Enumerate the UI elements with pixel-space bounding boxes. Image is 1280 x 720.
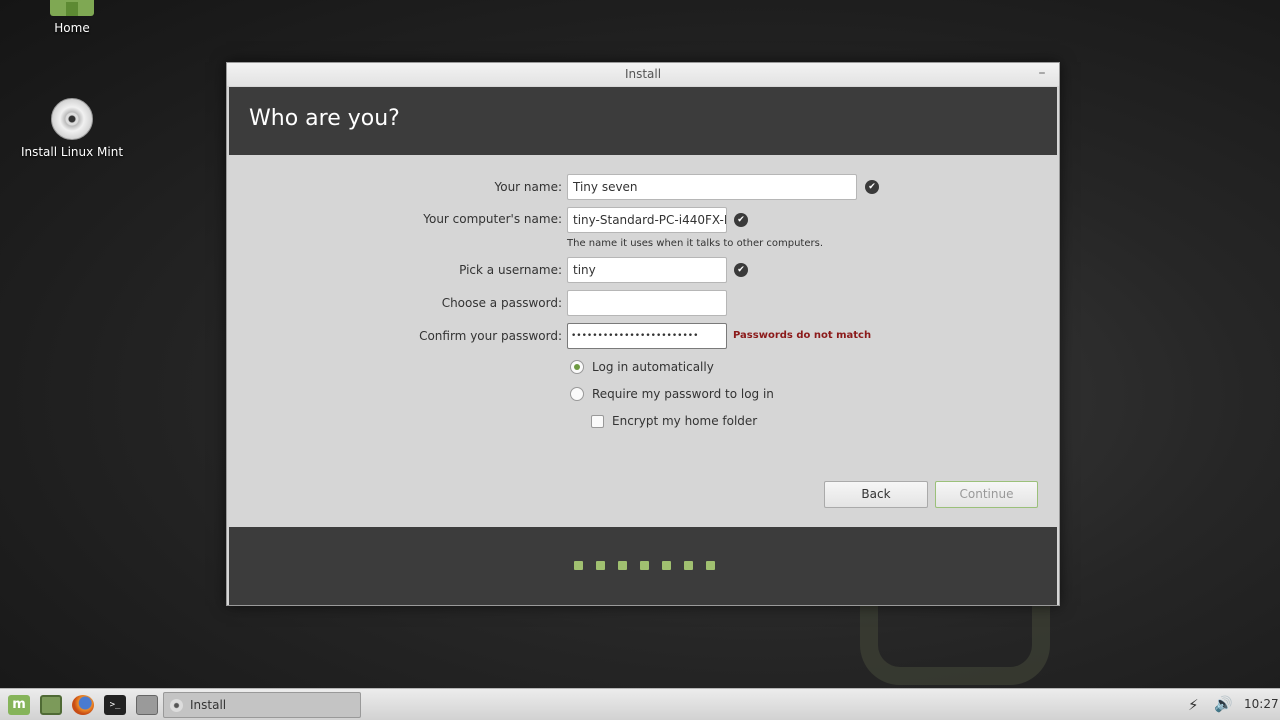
computer-name-label: Your computer's name: [423, 212, 562, 226]
mint-menu-icon[interactable]: m [8, 695, 30, 715]
disc-icon [51, 98, 93, 140]
name-field[interactable]: Tiny seven [567, 174, 857, 200]
require-password-label[interactable]: Require my password to log in [592, 387, 774, 401]
window-title: Install [624, 67, 662, 81]
network-icon[interactable]: ⚡ [1188, 696, 1199, 714]
desktop-icon-install-linux-mint[interactable]: Install Linux Mint [17, 98, 127, 161]
minimize-button[interactable]: – [1035, 63, 1049, 86]
name-label: Your name: [494, 180, 562, 194]
continue-button[interactable]: Continue [935, 481, 1038, 508]
progress-dot [574, 561, 583, 570]
disc-icon [170, 699, 183, 712]
terminal-icon[interactable]: >_ [104, 695, 126, 715]
login-automatically-label[interactable]: Log in automatically [592, 360, 714, 374]
confirm-password-field[interactable]: •••••••••••••••••••••••• [567, 323, 727, 349]
login-automatically-radio[interactable] [570, 360, 584, 374]
installer-window: Install – Who are you? Your name: Tiny s… [226, 62, 1060, 606]
progress-dot [596, 561, 605, 570]
desktop-icon-label: Install Linux Mint [20, 145, 124, 159]
password-label: Choose a password: [441, 296, 562, 310]
username-label: Pick a username: [459, 263, 562, 277]
confirm-password-label: Confirm your password: [419, 329, 562, 343]
encrypt-home-checkbox[interactable] [591, 415, 604, 428]
page-header: Who are you? [229, 87, 1057, 155]
computer-name-hint: The name it uses when it talks to other … [567, 238, 824, 249]
password-field[interactable] [567, 290, 727, 316]
progress-dot [706, 561, 715, 570]
encrypt-home-label[interactable]: Encrypt my home folder [612, 414, 757, 428]
check-icon: ✔ [734, 263, 748, 277]
progress-dot [662, 561, 671, 570]
progress-dot [640, 561, 649, 570]
clock[interactable]: 10:27 [1244, 697, 1279, 711]
home-folder-icon [50, 0, 94, 16]
username-field[interactable]: tiny [567, 257, 727, 283]
progress-dot [684, 561, 693, 570]
back-button[interactable]: Back [824, 481, 928, 508]
show-desktop-icon[interactable] [40, 695, 62, 715]
progress-slideshow [229, 527, 1057, 605]
taskbar-window-install[interactable]: Install [163, 692, 361, 718]
taskbar-window-label: Install [190, 698, 227, 712]
user-form: Your name: Tiny seven ✔ Your computer's … [227, 155, 1059, 527]
computer-name-field[interactable]: tiny-Standard-PC-i440FX-PIIX-1996 [567, 207, 727, 233]
desktop-icon-label: Home [54, 21, 90, 35]
page-title: Who are you? [249, 106, 400, 131]
taskbar-panel: m >_ Install ⚡ 🔊 10:27 [0, 688, 1280, 720]
window-titlebar[interactable]: Install – [227, 63, 1059, 86]
progress-dot [618, 561, 627, 570]
volume-icon[interactable]: 🔊 [1214, 695, 1233, 713]
firefox-icon[interactable] [72, 695, 94, 715]
check-icon: ✔ [865, 180, 879, 194]
files-icon[interactable] [136, 695, 158, 715]
check-icon: ✔ [734, 213, 748, 227]
require-password-radio[interactable] [570, 387, 584, 401]
desktop-icon-home[interactable]: Home [17, 0, 127, 37]
password-mismatch-error: Passwords do not match [733, 330, 872, 341]
